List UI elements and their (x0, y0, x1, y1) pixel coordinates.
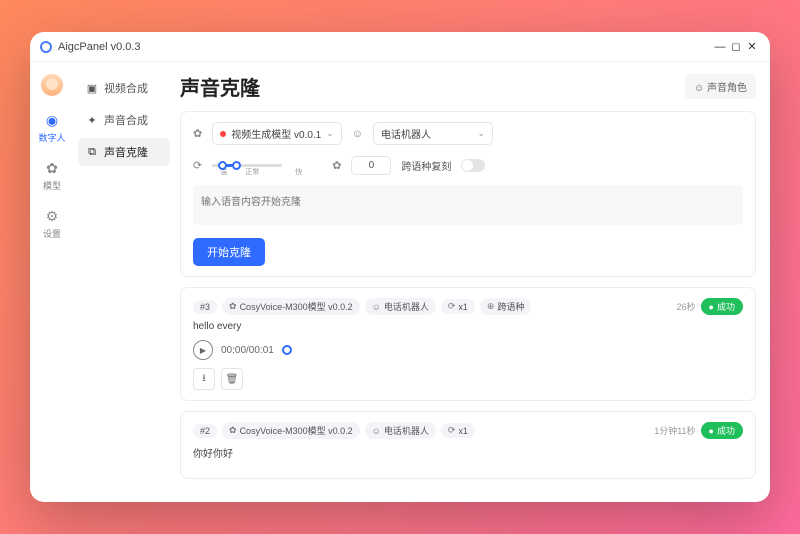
model-select-value: 视频生成模型 v0.0.1 (231, 126, 321, 141)
rail-item-settings[interactable]: ⚙ 设置 (43, 208, 61, 240)
player-time: 00:00/00:01 (221, 345, 274, 356)
video-icon: ▣ (86, 82, 98, 95)
task-speed-chip: ⟳x1 (441, 423, 475, 438)
nav-rail: ◉ 数字人 ✿ 模型 ⚙ 设置 (30, 62, 74, 502)
record-dot-icon (220, 131, 226, 137)
rail-label: 模型 (43, 179, 61, 192)
globe-icon: ⊕ (487, 301, 495, 312)
cross-lang-toggle[interactable] (461, 159, 485, 172)
speed-icon: ⟳ (448, 425, 456, 436)
maximize-button[interactable]: ◻ (728, 40, 744, 53)
chevron-down-icon: ⌄ (477, 128, 485, 139)
speed-icon: ⟳ (193, 159, 202, 172)
subnav-video-synth[interactable]: ▣ 视频合成 (78, 74, 170, 102)
page-title: 声音克隆 (180, 72, 685, 101)
download-button[interactable]: ⭳ (193, 368, 215, 390)
task-duration: 26秒 (677, 300, 696, 313)
task-cross-chip: ⊕跨语种 (480, 298, 532, 315)
task-card: #3 ✿CosyVoice-M300模型 v0.0.2 ☺电话机器人 ⟳x1 ⊕… (180, 287, 756, 401)
check-icon: ● (709, 426, 714, 436)
user-icon: ☺ (352, 128, 363, 140)
task-speed-chip: ⟳x1 (441, 299, 475, 314)
task-voice-chip: ☺电话机器人 (365, 298, 436, 315)
status-badge: ●成功 (701, 298, 743, 315)
check-icon: ● (709, 302, 714, 312)
seed-icon: ✿ (332, 159, 341, 172)
rail-item-model[interactable]: ✿ 模型 (43, 160, 61, 192)
page-header: 声音克隆 ☺ 声音角色 (180, 72, 756, 101)
task-model-chip: ✿CosyVoice-M300模型 v0.0.2 (222, 422, 360, 439)
rail-label: 设置 (43, 227, 61, 240)
voice-role-button[interactable]: ☺ 声音角色 (685, 74, 756, 99)
window-title: AigcPanel v0.0.3 (58, 41, 712, 53)
minimize-button[interactable]: — (712, 41, 728, 53)
gear-icon: ⚙ (46, 208, 59, 225)
gear-icon: ✿ (229, 425, 237, 436)
task-id-chip: #3 (193, 300, 217, 314)
user-icon: ☺ (694, 83, 707, 94)
rail-label: 数字人 (38, 131, 65, 144)
user-icon: ☺ (372, 302, 381, 312)
audio-icon: ✦ (86, 114, 98, 127)
task-id-chip: #2 (193, 424, 217, 438)
app-body: ◉ 数字人 ✿ 模型 ⚙ 设置 ▣ 视频合成 ✦ 声音合成 ⧉ (30, 62, 770, 502)
titlebar: AigcPanel v0.0.3 — ◻ ✕ (30, 32, 770, 62)
chevron-down-icon: ⌄ (326, 128, 334, 139)
model-icon: ✿ (46, 160, 58, 177)
clone-icon: ⧉ (86, 146, 98, 159)
user-icon: ☺ (372, 426, 381, 436)
audio-player: ▶ 00:00/00:01 (193, 340, 743, 360)
app-window: AigcPanel v0.0.3 — ◻ ✕ ◉ 数字人 ✿ 模型 ⚙ 设置 ▣… (30, 32, 770, 502)
subnav-audio-synth[interactable]: ✦ 声音合成 (78, 106, 170, 134)
task-text: 你好你好 (193, 445, 743, 460)
task-duration: 1分钟11秒 (654, 424, 695, 437)
seed-input[interactable]: 0 (351, 156, 391, 175)
slider-track (212, 164, 282, 167)
subnav: ▣ 视频合成 ✦ 声音合成 ⧉ 声音克隆 (74, 62, 174, 502)
player-progress-thumb[interactable] (282, 345, 292, 355)
task-voice-chip: ☺电话机器人 (365, 422, 436, 439)
status-badge: ●成功 (701, 422, 743, 439)
speed-slider[interactable] (212, 164, 282, 167)
subnav-label: 声音克隆 (104, 144, 148, 160)
subnav-label: 视频合成 (104, 80, 148, 96)
delete-button[interactable]: 🗑 (221, 368, 243, 390)
gear-icon: ✿ (229, 301, 237, 312)
cross-lang-label: 跨语种复刻 (401, 158, 451, 173)
digital-human-icon: ◉ (46, 112, 58, 129)
task-text: hello every (193, 321, 743, 332)
task-card: #2 ✿CosyVoice-M300模型 v0.0.2 ☺电话机器人 ⟳x1 1… (180, 411, 756, 479)
voice-select[interactable]: 电话机器人 ⌄ (373, 122, 493, 145)
app-logo-icon (40, 41, 52, 53)
subnav-label: 声音合成 (104, 112, 148, 128)
play-button[interactable]: ▶ (193, 340, 213, 360)
rail-item-digital-human[interactable]: ◉ 数字人 (38, 112, 65, 144)
avatar[interactable] (41, 74, 63, 96)
task-model-chip: ✿CosyVoice-M300模型 v0.0.2 (222, 298, 360, 315)
speed-icon: ⟳ (448, 301, 456, 312)
start-clone-button[interactable]: 开始克隆 (193, 238, 265, 266)
model-select[interactable]: 视频生成模型 v0.0.1 ⌄ (212, 122, 342, 145)
close-button[interactable]: ✕ (744, 40, 760, 53)
main-content: 声音克隆 ☺ 声音角色 ✿ 视频生成模型 v0.0.1 ⌄ ☺ 电话机器人 (174, 62, 770, 502)
gear-icon: ✿ (193, 127, 202, 140)
subnav-voice-clone[interactable]: ⧉ 声音克隆 (78, 138, 170, 166)
clone-text-input[interactable] (193, 185, 743, 225)
clone-form-card: ✿ 视频生成模型 v0.0.1 ⌄ ☺ 电话机器人 ⌄ ⟳ (180, 111, 756, 277)
voice-select-value: 电话机器人 (381, 126, 431, 141)
